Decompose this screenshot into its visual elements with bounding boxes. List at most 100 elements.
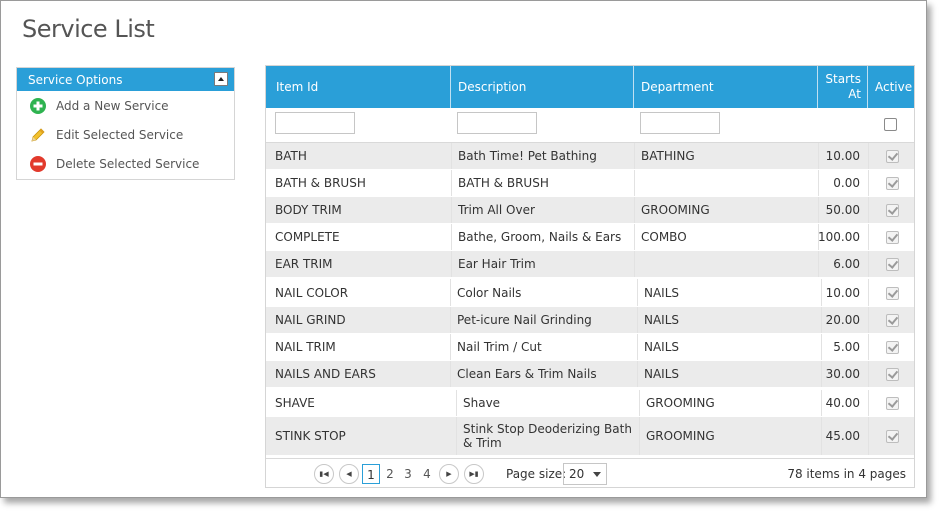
column-divider: [450, 307, 451, 333]
chevron-down-icon: [593, 472, 601, 477]
column-divider: [868, 143, 869, 169]
active-checkbox[interactable]: [886, 341, 899, 354]
page-1-button[interactable]: 1: [362, 464, 380, 484]
cell-description: BATH & BRUSH: [458, 176, 549, 190]
column-label-department: Department: [641, 80, 714, 94]
column-divider: [451, 170, 452, 196]
table-row[interactable]: BATH Bath Time! Pet Bathing BATHING 10.00: [266, 143, 914, 170]
item-id-filter-input[interactable]: [275, 112, 355, 134]
next-page-button[interactable]: ▶: [439, 464, 459, 484]
column-header-department[interactable]: Department: [634, 66, 818, 108]
column-divider: [450, 361, 451, 387]
cell-description: Shave: [463, 396, 501, 410]
cell-starts-at: 10.00: [825, 285, 860, 300]
cell-item-id: SHAVE: [275, 396, 315, 410]
department-filter-input[interactable]: [640, 112, 720, 134]
delete-service-button[interactable]: Delete Selected Service: [17, 149, 234, 178]
collapse-panel-button[interactable]: [214, 72, 228, 86]
table-row[interactable]: SHAVE Shave GROOMING 40.00: [266, 390, 914, 417]
cell-starts-at: 30.00: [825, 367, 860, 381]
active-checkbox[interactable]: [886, 177, 899, 190]
edit-service-label: Edit Selected Service: [56, 128, 184, 142]
active-checkbox[interactable]: [886, 287, 899, 300]
last-page-button[interactable]: ▶▮: [464, 464, 484, 484]
table-row[interactable]: EAR TRIM Ear Hair Trim 6.00: [266, 251, 914, 278]
cell-department: [641, 251, 813, 277]
cell-department: BATHING: [641, 149, 695, 163]
column-header-starts-at[interactable]: Starts At: [818, 66, 868, 108]
previous-page-button[interactable]: ◀: [339, 464, 359, 484]
column-divider: [639, 390, 640, 416]
page-title: Service List: [22, 15, 155, 43]
table-row[interactable]: NAIL TRIM Nail Trim / Cut NAILS 5.00: [266, 334, 914, 361]
column-divider: [868, 361, 869, 387]
column-divider: [451, 143, 452, 169]
delete-icon: [30, 156, 46, 172]
cell-starts-at: 45.00: [825, 429, 860, 443]
cell-department: COMBO: [641, 230, 687, 244]
add-service-button[interactable]: Add a New Service: [17, 91, 234, 120]
active-checkbox[interactable]: [886, 368, 899, 381]
cell-description: Bathe, Groom, Nails & Ears: [458, 230, 622, 244]
column-label-at: At: [848, 87, 861, 101]
cell-description: Color Nails: [457, 285, 522, 300]
previous-page-icon: ◀: [346, 470, 352, 478]
cell-starts-at: 50.00: [825, 203, 860, 217]
first-page-button[interactable]: ▮◀: [314, 464, 334, 484]
column-header-active[interactable]: Active: [868, 66, 914, 108]
cell-department: GROOMING: [646, 396, 715, 410]
table-row[interactable]: NAIL COLOR Color Nails NAILS 10.00: [266, 279, 914, 307]
column-label-description: Description: [458, 80, 527, 94]
active-checkbox[interactable]: [886, 150, 899, 163]
cell-item-id: BATH & BRUSH: [275, 176, 366, 190]
add-icon: [30, 98, 46, 114]
active-checkbox[interactable]: [886, 231, 899, 244]
cell-description: Nail Trim / Cut: [457, 340, 542, 354]
column-header-description[interactable]: Description: [451, 66, 634, 108]
last-page-icon: ▶▮: [469, 470, 479, 478]
cell-starts-at: 40.00: [825, 396, 860, 410]
page-2-button[interactable]: 2: [381, 464, 399, 484]
table-row[interactable]: COMPLETE Bathe, Groom, Nails & Ears COMBO 1…: [266, 224, 914, 251]
column-divider: [456, 417, 457, 455]
cell-description: Ear Hair Trim: [458, 257, 536, 271]
page-4-button[interactable]: 4: [418, 464, 436, 484]
cell-item-id: NAILS AND EARS: [275, 367, 376, 381]
active-filter-checkbox[interactable]: [884, 118, 897, 131]
column-divider: [637, 361, 638, 387]
table-row[interactable]: NAIL GRIND Pet-icure Nail Grinding NAILS 20…: [266, 307, 914, 334]
column-header-item-id[interactable]: Item Id: [266, 66, 451, 108]
table-row[interactable]: STINK STOP Stink Stop Deoderizing Bath & …: [266, 417, 914, 456]
chevron-up-icon: [218, 77, 224, 81]
service-list-window: Service List Service Options Add a New S…: [0, 0, 927, 498]
service-options-header: Service Options: [17, 68, 234, 91]
column-divider: [868, 334, 869, 360]
active-checkbox[interactable]: [886, 258, 899, 271]
cell-department: NAILS: [644, 367, 680, 381]
table-row[interactable]: BODY TRIM Trim All Over GROOMING 50.00: [266, 197, 914, 224]
column-divider: [868, 170, 869, 196]
column-divider: [450, 334, 451, 360]
active-checkbox[interactable]: [886, 397, 899, 410]
service-options-title: Service Options: [28, 73, 123, 87]
active-checkbox[interactable]: [886, 314, 899, 327]
table-row[interactable]: NAILS AND EARS Clean Ears & Trim Nails NAI…: [266, 361, 914, 388]
cell-item-id: NAIL COLOR: [275, 285, 349, 300]
cell-starts-at: 10.00: [825, 149, 860, 163]
column-divider: [637, 279, 638, 306]
column-label-item-id: Item Id: [276, 80, 319, 94]
cell-item-id: STINK STOP: [275, 429, 346, 443]
active-checkbox[interactable]: [886, 204, 899, 217]
table-row[interactable]: BATH & BRUSH BATH & BRUSH 0.00: [266, 170, 914, 197]
filter-row: [266, 108, 914, 143]
column-divider: [451, 251, 452, 277]
column-divider: [450, 279, 451, 306]
page-3-button[interactable]: 3: [399, 464, 417, 484]
pencil-icon: [31, 128, 45, 142]
page-size-select[interactable]: 20: [563, 463, 607, 485]
active-checkbox[interactable]: [886, 430, 899, 443]
column-divider: [868, 390, 869, 416]
edit-service-button[interactable]: Edit Selected Service: [17, 120, 234, 149]
description-filter-input[interactable]: [457, 112, 537, 134]
column-divider: [868, 224, 869, 250]
